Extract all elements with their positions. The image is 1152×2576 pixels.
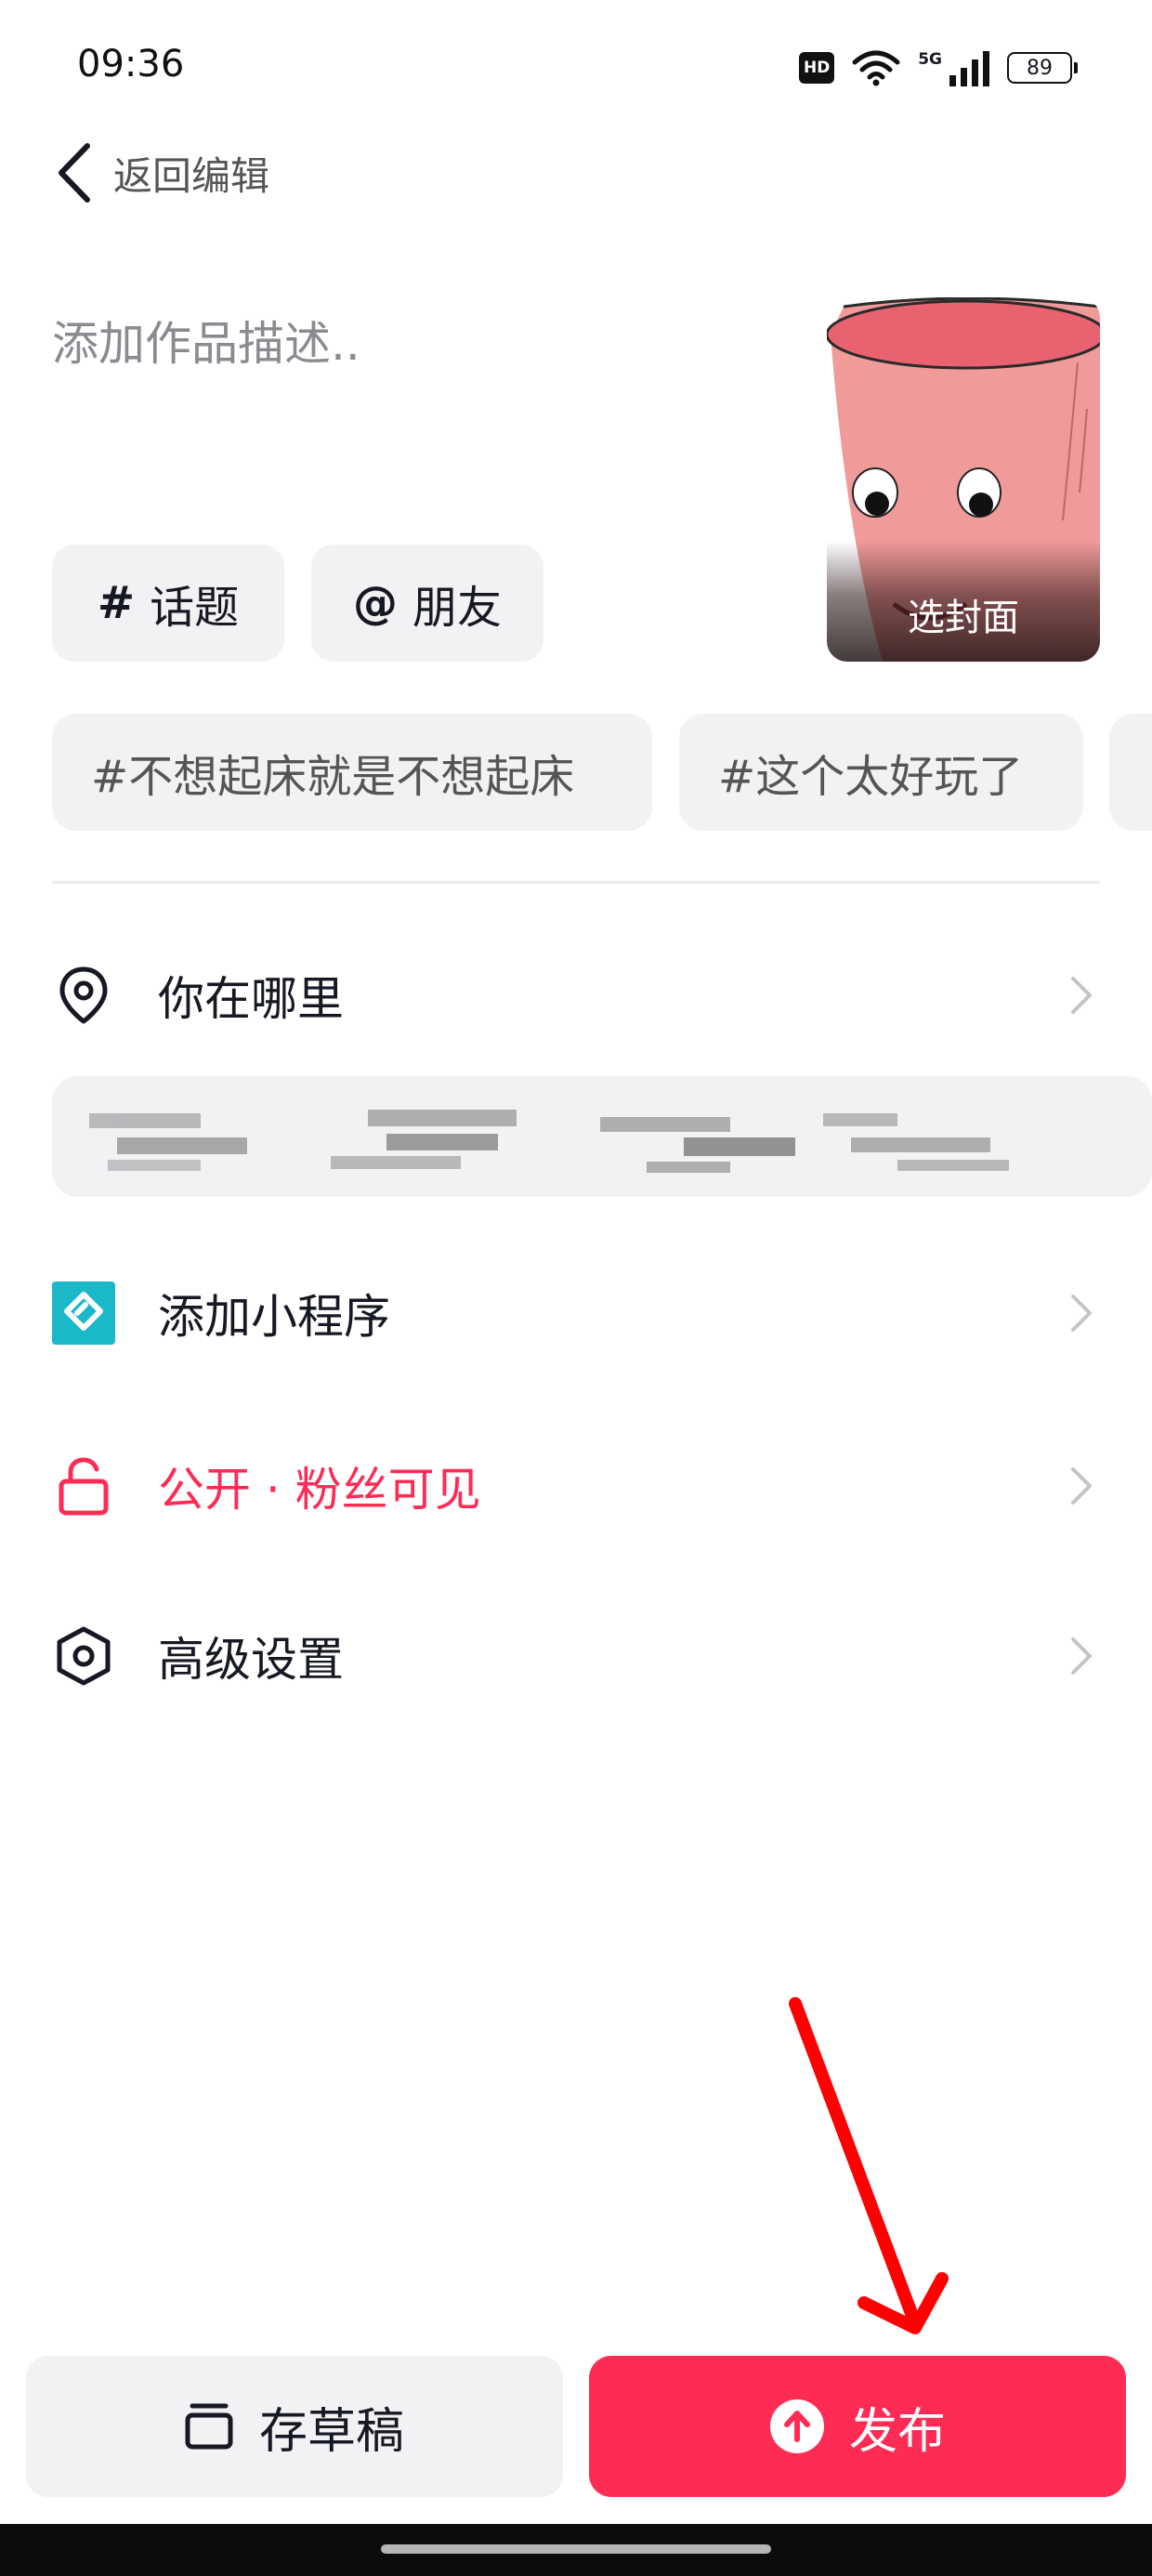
suggested-hashtag[interactable]: #这个太好玩了 (679, 714, 1083, 831)
wifi-icon (852, 50, 900, 86)
location-suggestions-redacted (52, 1076, 1152, 1197)
description-input[interactable] (52, 297, 777, 390)
battery-icon: 89 (1007, 52, 1078, 84)
publish-label: 发布 (848, 2403, 946, 2460)
home-indicator[interactable] (381, 2544, 771, 2554)
mention-friend-button[interactable]: @ 朋友 (311, 545, 543, 662)
cover-label: 选封面 (908, 597, 1019, 639)
suggested-hashtag[interactable]: #不想起床就是不想起床 (52, 714, 652, 831)
status-icons: HD 5G 89 (799, 45, 1078, 91)
mini-program-label: 添加小程序 (158, 1290, 390, 1344)
location-row[interactable]: 你在哪里 (52, 944, 1100, 1046)
cover-selector[interactable]: 选封面 (827, 297, 1100, 662)
save-draft-label: 存草稿 (258, 2403, 404, 2460)
mini-program-row[interactable]: 添加小程序 (52, 1262, 1100, 1364)
status-time: 09:36 (77, 43, 185, 85)
unlock-icon (52, 1454, 115, 1518)
privacy-label: 公开 · 粉丝可见 (158, 1463, 481, 1517)
suggested-hashtag-label: #不想起床就是不想起床 (91, 751, 575, 803)
back-label: 返回编辑 (113, 152, 270, 199)
network-type: 5G (918, 50, 942, 69)
chevron-right-icon (1063, 967, 1100, 1023)
upload-arrow-icon (769, 2399, 824, 2453)
friend-label: 朋友 (412, 582, 502, 634)
hexagon-settings-icon (52, 1624, 115, 1688)
divider (52, 881, 1100, 884)
topic-label: 话题 (150, 582, 240, 634)
privacy-row[interactable]: 公开 · 粉丝可见 (52, 1435, 1100, 1537)
hashtag-icon: # (97, 577, 136, 629)
location-label: 你在哪里 (158, 972, 344, 1026)
advanced-settings-row[interactable]: 高级设置 (52, 1605, 1100, 1707)
chevron-left-icon (59, 143, 90, 203)
chevron-right-icon (1063, 1628, 1100, 1684)
battery-level: 89 (1027, 56, 1053, 80)
at-icon: @ (352, 577, 398, 629)
location-pin-icon (52, 964, 115, 1027)
mini-program-icon (52, 1281, 115, 1345)
back-button[interactable]: 返回编辑 (54, 138, 269, 208)
suggested-hashtag-partial[interactable] (1109, 714, 1152, 831)
advanced-settings-label: 高级设置 (158, 1633, 344, 1687)
chevron-right-icon (1063, 1458, 1100, 1514)
signal-icon (949, 51, 989, 86)
save-draft-button[interactable]: 存草稿 (26, 2356, 563, 2497)
topic-button[interactable]: # 话题 (52, 545, 284, 662)
publish-button[interactable]: 发布 (589, 2356, 1126, 2497)
draft-box-icon (185, 2403, 233, 2450)
hd-badge: HD (799, 52, 835, 84)
suggested-hashtag-label: #这个太好玩了 (718, 751, 1024, 803)
chevron-right-icon (1063, 1285, 1100, 1341)
